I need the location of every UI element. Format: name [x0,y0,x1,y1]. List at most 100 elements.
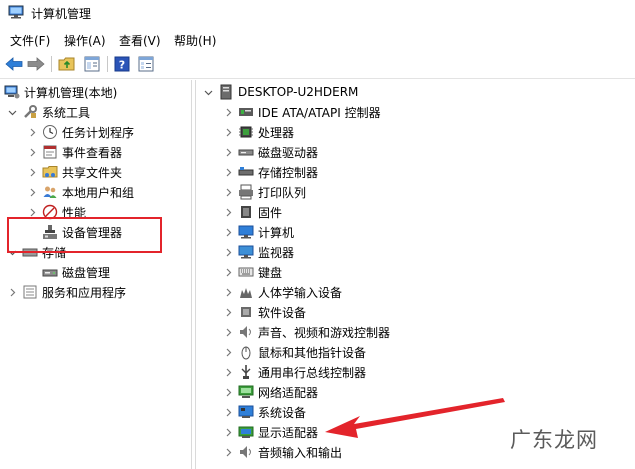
menu-file[interactable]: 文件(F) [10,32,50,49]
tree-local-users[interactable]: 本地用户和组 [26,182,134,202]
hid-icon [238,284,254,300]
device-category[interactable]: 处理器 [222,122,294,142]
device-category[interactable]: 显示适配器 [222,422,318,442]
chevron-right-icon[interactable] [222,306,234,318]
device-category[interactable]: 声音、视频和游戏控制器 [222,322,390,342]
usb-icon [238,364,254,380]
device-category-label: 声音、视频和游戏控制器 [258,325,391,340]
print-queue-icon [238,184,254,200]
chevron-right-icon[interactable] [222,286,234,298]
computer-management-icon [4,84,20,100]
device-category[interactable]: 磁盘驱动器 [222,142,318,162]
window-title: 计算机管理 [31,7,92,21]
display-adapter-icon [238,424,254,440]
device-category[interactable]: 打印队列 [222,182,306,202]
device-category[interactable]: 音频输入和输出 [222,442,342,462]
tree-services-label: 服务和应用程序 [42,285,127,300]
processor-icon [238,124,254,140]
up-folder-icon[interactable] [57,54,77,74]
device-category-label: 软件设备 [258,305,307,320]
menu-view[interactable]: 查看(V) [119,32,161,49]
tree-event-viewer-label: 事件查看器 [62,145,123,160]
chevron-right-icon[interactable] [222,126,234,138]
chevron-right-icon[interactable] [222,426,234,438]
device-root-label: DESKTOP-U2HDERM [238,85,359,99]
chevron-right-icon[interactable] [222,326,234,338]
chevron-down-icon[interactable] [202,86,214,98]
device-category[interactable]: 网络适配器 [222,382,318,402]
chevron-right-icon[interactable] [222,406,234,418]
device-root[interactable]: DESKTOP-U2HDERM [202,82,358,102]
device-category-label: 系统设备 [258,405,307,420]
device-category[interactable]: 计算机 [222,222,294,242]
mouse-icon [238,344,254,360]
tree-services[interactable]: 服务和应用程序 [6,282,126,302]
show-hide-tree-icon[interactable] [82,54,102,74]
device-category[interactable]: 通用串行总线控制器 [222,362,366,382]
tree-disk-management[interactable]: 磁盘管理 [38,262,110,282]
tree-system-tools[interactable]: 系统工具 [6,102,90,122]
device-category-label: 处理器 [258,125,295,140]
device-category[interactable]: IDE ATA/ATAPI 控制器 [222,102,381,122]
device-category[interactable]: 固件 [222,202,282,222]
device-category[interactable]: 监视器 [222,242,294,262]
chevron-right-icon[interactable] [26,166,38,178]
chevron-down-icon[interactable] [6,106,18,118]
chevron-right-icon[interactable] [222,226,234,238]
tree-root[interactable]: 计算机管理(本地) [4,82,117,102]
device-category-label: 磁盘驱动器 [258,145,319,160]
device-category-label: 网络适配器 [258,385,319,400]
device-category[interactable]: 键盘 [222,262,282,282]
menu-action[interactable]: 操作(A) [64,32,106,49]
chevron-right-icon[interactable] [222,146,234,158]
chevron-right-icon[interactable] [222,366,234,378]
tree-task-scheduler[interactable]: 任务计划程序 [26,122,134,142]
chevron-right-icon[interactable] [222,186,234,198]
monitor-icon [238,244,254,260]
tree-system-tools-label: 系统工具 [42,105,91,120]
red-arrow-annotation [325,398,505,438]
tree-event-viewer[interactable]: 事件查看器 [26,142,122,162]
device-category-label: 键盘 [258,265,283,280]
chevron-right-icon[interactable] [26,146,38,158]
chevron-right-icon[interactable] [26,186,38,198]
tree-shared-folders[interactable]: 共享文件夹 [26,162,122,182]
device-category[interactable]: 系统设备 [222,402,306,422]
computer-management-icon [8,5,24,19]
ide-controller-icon [238,104,254,120]
toolbar-separator [51,56,52,72]
device-category[interactable]: 人体学输入设备 [222,282,342,302]
chevron-right-icon[interactable] [222,246,234,258]
device-category-label: 鼠标和其他指针设备 [258,345,367,360]
keyboard-icon [238,264,254,280]
chevron-right-icon[interactable] [222,166,234,178]
chevron-right-icon[interactable] [6,286,18,298]
menu-help[interactable]: 帮助(H) [174,32,216,49]
device-category-label: 计算机 [258,225,295,240]
chevron-right-icon[interactable] [222,346,234,358]
users-icon [42,184,58,200]
chevron-right-icon[interactable] [26,126,38,138]
back-icon[interactable] [4,54,24,74]
chevron-right-icon[interactable] [222,446,234,458]
chevron-right-icon[interactable] [222,106,234,118]
audio-io-icon [238,444,254,460]
svg-text:?: ? [119,59,125,72]
help-icon[interactable]: ? [112,54,132,74]
device-category[interactable]: 存储控制器 [222,162,318,182]
properties-icon[interactable] [136,54,156,74]
highlight-annotation [7,217,162,253]
device-category-label: 显示适配器 [258,425,319,440]
menu-bar: 文件(F) 操作(A) 查看(V) 帮助(H) [0,28,635,50]
tree-local-users-label: 本地用户和组 [62,185,135,200]
chevron-right-icon[interactable] [222,206,234,218]
device-category[interactable]: 鼠标和其他指针设备 [222,342,366,362]
device-category[interactable]: 软件设备 [222,302,306,322]
services-icon [22,284,38,300]
chevron-right-icon[interactable] [222,266,234,278]
chevron-right-icon[interactable] [222,386,234,398]
watermark: 广东龙网 [510,428,598,452]
disk-drive-icon [238,144,254,160]
tools-icon [22,104,38,120]
forward-icon[interactable] [26,54,46,74]
